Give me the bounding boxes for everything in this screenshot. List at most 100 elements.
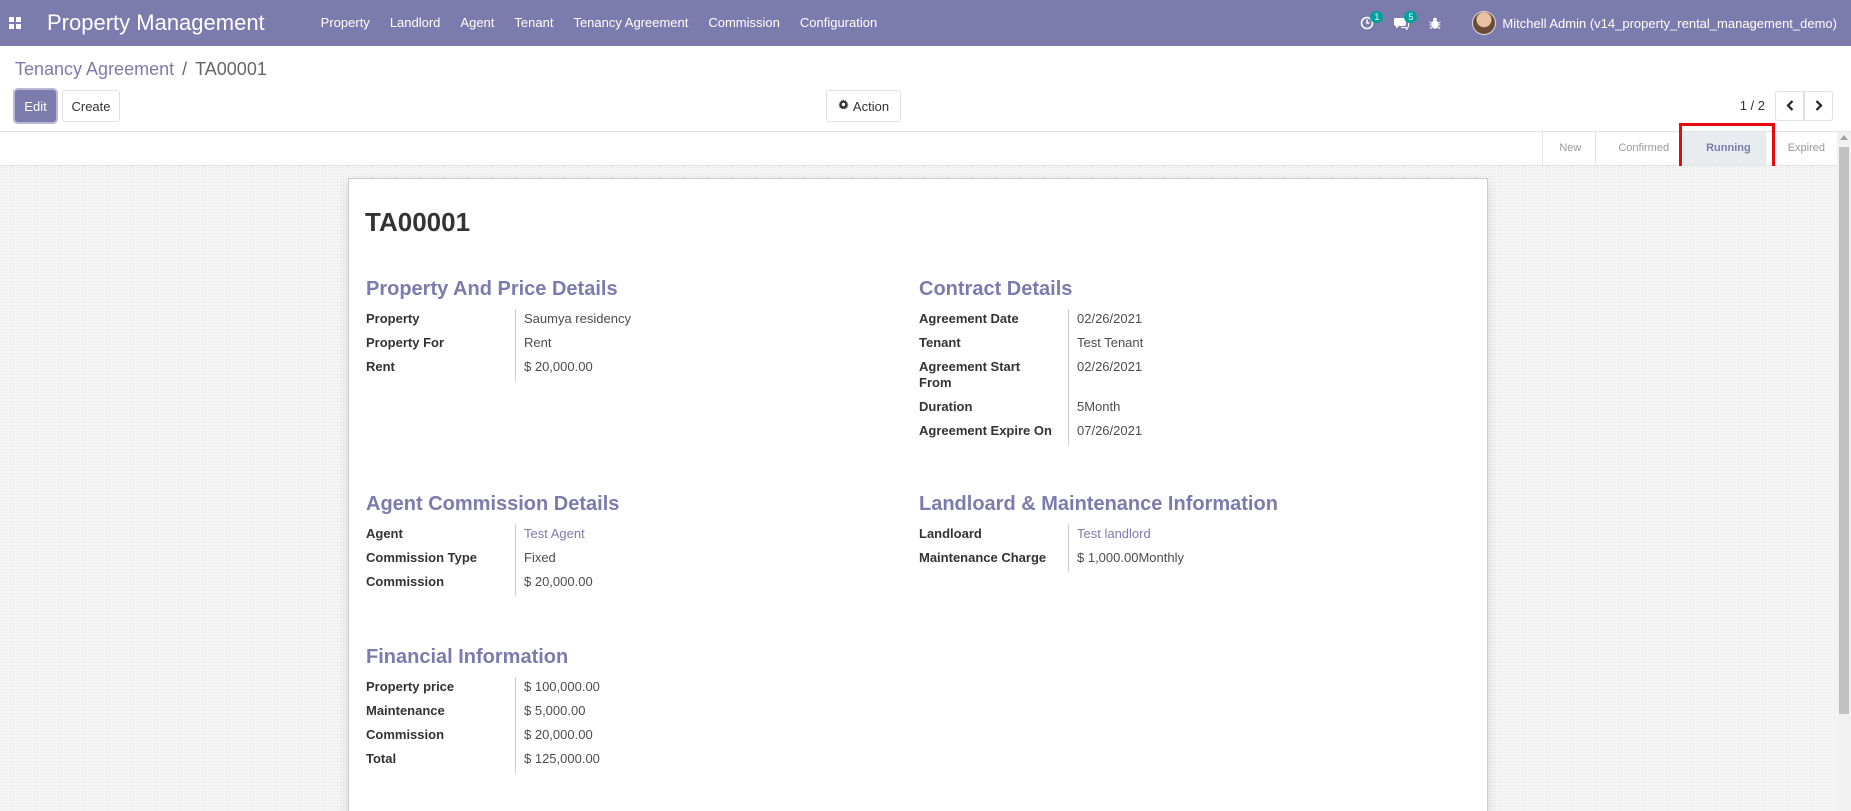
field-row: Commission $ 20,000.00 xyxy=(366,572,866,596)
field-label-commission: Commission xyxy=(366,572,516,596)
apps-grid-icon[interactable] xyxy=(0,0,30,46)
field-label-agreement-date: Agreement Date xyxy=(919,309,1069,333)
stage-confirmed[interactable]: Confirmed xyxy=(1595,132,1683,165)
field-row: Agent Test Agent xyxy=(366,524,866,548)
field-value-landlord-link[interactable]: Test landlord xyxy=(1069,524,1151,548)
chat-icon[interactable]: 5 xyxy=(1384,0,1418,46)
field-value-maintenance: $ 5,000.00 xyxy=(524,703,586,718)
field-value-rent: $ 20,000.00 xyxy=(524,359,593,374)
field-row: Agreement Date 02/26/2021 xyxy=(919,309,1459,333)
field-label-agreement-start: Agreement Start From xyxy=(919,357,1069,397)
property-price-title: Property And Price Details xyxy=(366,278,618,300)
main-menu: Property Landlord Agent Tenant Tenancy A… xyxy=(311,0,888,46)
top-navbar: Property Management Property Landlord Ag… xyxy=(0,0,1851,46)
field-value-agreement-start: 02/26/2021 xyxy=(1077,359,1143,374)
landlord-maintenance-group: Landloard & Maintenance Information Land… xyxy=(919,493,1459,572)
field-row: Total $ 125,000.00 xyxy=(366,749,866,773)
scroll-up-arrow-icon[interactable] xyxy=(1840,135,1848,140)
menu-item-agent[interactable]: Agent xyxy=(450,0,504,46)
field-value-property-for: Rent xyxy=(524,335,552,350)
field-label-property-for: Property For xyxy=(366,333,516,357)
field-row: Property Saumya residency xyxy=(366,309,866,333)
control-panel: Tenancy Agreement / TA00001 Edit Create … xyxy=(0,46,1851,132)
field-label-tenant: Tenant xyxy=(919,333,1069,357)
action-button-label: Action xyxy=(852,98,890,114)
app-title[interactable]: Property Management xyxy=(47,10,265,36)
field-label-total: Total xyxy=(366,749,516,773)
field-row: Agreement Expire On 07/26/2021 xyxy=(919,421,1459,445)
property-price-group: Property And Price Details Property Saum… xyxy=(366,278,866,381)
menu-item-commission[interactable]: Commission xyxy=(698,0,790,46)
field-value-commission: $ 20,000.00 xyxy=(524,574,593,589)
menu-item-tenant[interactable]: Tenant xyxy=(504,0,563,46)
field-value-property-price: $ 100,000.00 xyxy=(524,679,600,694)
vertical-scrollbar[interactable] xyxy=(1837,132,1851,811)
stage-expired[interactable]: Expired xyxy=(1764,132,1839,165)
field-row: Duration 5Month xyxy=(919,397,1459,421)
field-label-maintenance-charge: Maintenance Charge xyxy=(919,548,1069,572)
field-value-total: $ 125,000.00 xyxy=(524,751,600,766)
landlord-maintenance-title: Landloard & Maintenance Information xyxy=(919,493,1278,515)
field-row: Rent $ 20,000.00 xyxy=(366,357,866,381)
field-row: Property price $ 100,000.00 xyxy=(366,677,866,701)
menu-item-landlord[interactable]: Landlord xyxy=(380,0,451,46)
form-sheet: TA00001 Property And Price Details Prope… xyxy=(348,178,1488,811)
breadcrumb-parent-link[interactable]: Tenancy Agreement xyxy=(15,59,174,80)
systray: 1 5 Mitchell Admin (v14_property_rental_… xyxy=(1350,0,1837,46)
user-menu-name[interactable]: Mitchell Admin (v14_property_rental_mana… xyxy=(1502,16,1837,31)
field-label-financial-commission: Commission xyxy=(366,725,516,749)
financial-info-group: Financial Information Property price $ 1… xyxy=(366,646,866,773)
contract-details-title: Contract Details xyxy=(919,278,1073,300)
avatar[interactable] xyxy=(1472,11,1497,35)
agent-commission-title: Agent Commission Details xyxy=(366,493,620,515)
field-value-financial-commission: $ 20,000.00 xyxy=(524,727,593,742)
stage-new[interactable]: New xyxy=(1542,132,1595,165)
menu-item-property[interactable]: Property xyxy=(311,0,380,46)
breadcrumb: Tenancy Agreement / TA00001 xyxy=(15,59,267,80)
field-row: Agreement Start From 02/26/2021 xyxy=(919,357,1459,397)
field-value-duration: 5Month xyxy=(1077,399,1121,414)
field-label-maintenance: Maintenance xyxy=(366,701,516,725)
action-dropdown-button[interactable]: Action xyxy=(826,90,901,122)
chevron-right-icon xyxy=(1815,98,1823,114)
field-value-tenant: Test Tenant xyxy=(1077,335,1144,350)
pager-previous-button[interactable] xyxy=(1775,91,1804,121)
contract-details-group: Contract Details Agreement Date 02/26/20… xyxy=(919,278,1459,445)
create-button[interactable]: Create xyxy=(62,90,120,122)
field-value-commission-type: Fixed xyxy=(524,550,556,565)
form-statusbar: New Confirmed Running Expired xyxy=(0,132,1851,166)
breadcrumb-current: TA00001 xyxy=(195,59,267,79)
gear-icon xyxy=(838,99,849,113)
field-label-rent: Rent xyxy=(366,357,516,381)
field-label-duration: Duration xyxy=(919,397,1069,421)
message-count-badge: 5 xyxy=(1404,11,1418,23)
activity-count-badge: 1 xyxy=(1370,11,1384,23)
edit-button[interactable]: Edit xyxy=(15,90,56,122)
field-label-property-price: Property price xyxy=(366,677,516,701)
field-label-landlord: Landloard xyxy=(919,524,1069,548)
record-title: TA00001 xyxy=(365,207,471,237)
field-row: Maintenance Charge $ 1,000.00Monthly xyxy=(919,548,1459,572)
field-value-property: Saumya residency xyxy=(524,311,631,326)
bug-icon[interactable] xyxy=(1418,0,1452,46)
field-row: Property For Rent xyxy=(366,333,866,357)
field-label-commission-type: Commission Type xyxy=(366,548,516,572)
field-label-agreement-expire: Agreement Expire On xyxy=(919,421,1069,445)
form-view-background: TA00001 Property And Price Details Prope… xyxy=(0,166,1837,811)
chevron-left-icon xyxy=(1785,98,1794,114)
scrollbar-thumb[interactable] xyxy=(1839,147,1849,714)
activity-clock-icon[interactable]: 1 xyxy=(1350,0,1384,46)
menu-item-configuration[interactable]: Configuration xyxy=(790,0,887,46)
financial-info-title: Financial Information xyxy=(366,646,569,668)
breadcrumb-separator: / xyxy=(182,59,188,79)
field-label-property: Property xyxy=(366,309,516,333)
field-value-agreement-expire: 07/26/2021 xyxy=(1077,423,1143,438)
menu-item-tenancy-agreement[interactable]: Tenancy Agreement xyxy=(563,0,698,46)
field-value-agent-link[interactable]: Test Agent xyxy=(516,524,585,548)
agent-commission-group: Agent Commission Details Agent Test Agen… xyxy=(366,493,866,596)
pager-next-button[interactable] xyxy=(1804,91,1833,121)
field-row: Commission $ 20,000.00 xyxy=(366,725,866,749)
pager-value[interactable]: 1 / 2 xyxy=(1740,98,1765,113)
field-row: Landloard Test landlord xyxy=(919,524,1459,548)
running-stage-highlight xyxy=(1679,123,1775,171)
